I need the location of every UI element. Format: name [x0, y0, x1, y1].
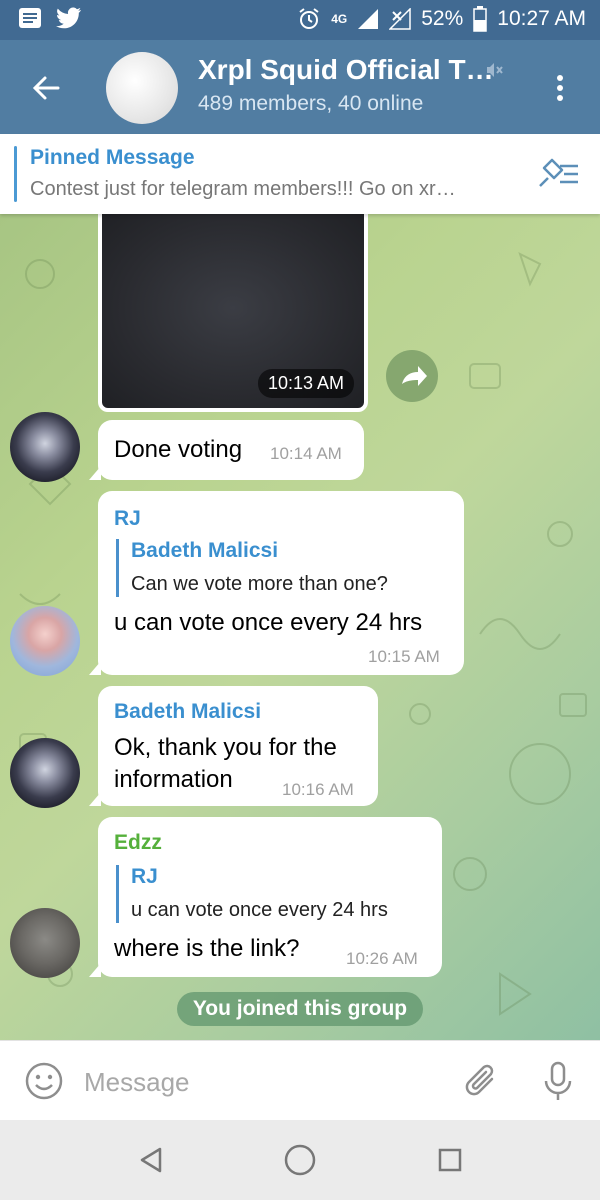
reply-text: u can vote once every 24 hrs [131, 899, 388, 921]
reply-quote[interactable]: Badeth Malicsi Can we vote more than one… [116, 539, 388, 597]
chat-header: Xrpl Squid Official T… 489 members, 40 o… [0, 40, 600, 134]
reply-name: RJ [131, 865, 158, 888]
bubble-tail [89, 792, 101, 806]
message-time: 10:16 AM [282, 780, 354, 799]
back-icon [32, 76, 60, 100]
attach-icon [465, 1064, 494, 1096]
pinned-message[interactable]: Pinned Message Contest just for telegram… [0, 134, 600, 214]
bubble-tail [89, 661, 101, 675]
message-time: 10:26 AM [346, 949, 418, 968]
media-message[interactable]: 10:13 AM [98, 214, 368, 412]
message-time: 10:14 AM [270, 444, 342, 463]
pinned-accent-bar [14, 146, 17, 202]
more-options-button[interactable] [550, 68, 570, 108]
message-sender: Badeth Malicsi [114, 700, 262, 723]
message-bubble[interactable]: Badeth Malicsi Ok, thank you for the inf… [89, 686, 378, 806]
nav-home-icon [284, 1144, 316, 1176]
message-bubble[interactable]: Done voting 10:14 AM [89, 420, 364, 480]
nav-home-button[interactable] [280, 1140, 320, 1180]
alarm-icon [299, 8, 319, 29]
reply-name: Badeth Malicsi [131, 539, 279, 562]
media-time: 10:13 AM [257, 369, 354, 398]
message-text: where is the link? [114, 935, 300, 962]
signal-off-icon [389, 8, 411, 30]
mute-icon [484, 60, 504, 85]
signal-icon [358, 9, 379, 29]
mic-icon [544, 1061, 572, 1100]
share-button[interactable] [386, 350, 438, 402]
avatar[interactable] [10, 606, 80, 676]
network-type: 4G [331, 12, 348, 26]
nav-back-icon [140, 1147, 162, 1173]
share-icon [402, 366, 427, 386]
nav-recents-button[interactable] [430, 1140, 470, 1180]
status-bar: 4G 52% 10:27 AM [0, 0, 600, 40]
emoji-button[interactable] [24, 1061, 64, 1101]
emoji-icon [25, 1062, 63, 1100]
message-time: 10:15 AM [368, 647, 440, 666]
voice-record-button[interactable] [538, 1059, 578, 1103]
message-text-line: information [114, 766, 233, 793]
more-vert-icon [557, 75, 563, 101]
attach-button[interactable] [462, 1059, 502, 1103]
avatar[interactable] [10, 738, 80, 808]
avatar[interactable] [10, 908, 80, 978]
back-button[interactable] [26, 68, 66, 108]
chat-area[interactable]: 10:13 AM Done voting 10:14 AM RJ Badeth … [0, 214, 600, 1040]
service-message: You joined this group [177, 992, 423, 1026]
twitter-icon [56, 7, 81, 29]
message-bubble[interactable]: RJ Badeth Malicsi Can we vote more than … [89, 491, 464, 675]
clock: 10:27 AM [497, 7, 586, 30]
unpin-icon [539, 158, 578, 187]
battery-percent: 52% [421, 7, 464, 30]
message-composer [0, 1040, 600, 1120]
reply-quote[interactable]: RJ u can vote once every 24 hrs [116, 865, 388, 923]
group-avatar[interactable] [106, 52, 178, 124]
message-text: u can vote once every 24 hrs [114, 609, 423, 636]
notification-list-icon [19, 8, 41, 28]
message-input[interactable] [84, 1065, 434, 1099]
reply-text: Can we vote more than one? [131, 573, 388, 595]
avatar[interactable] [10, 412, 80, 482]
message-sender: RJ [114, 507, 141, 530]
bubble-tail [89, 466, 101, 480]
status-notifications [18, 7, 82, 29]
nav-recents-icon [438, 1148, 462, 1172]
message-text-line: Ok, thank you for the [114, 734, 337, 761]
group-subtitle: 489 members, 40 online [198, 92, 424, 115]
pinned-text: Contest just for telegram members!!! Go … [30, 178, 456, 200]
status-system: 4G 52% 10:27 AM [297, 6, 586, 32]
message-bubble[interactable]: Edzz RJ u can vote once every 24 hrs whe… [89, 817, 442, 977]
pinned-title: Pinned Message [30, 146, 195, 169]
group-title[interactable]: Xrpl Squid Official T… [198, 54, 494, 86]
nav-back-button[interactable] [132, 1140, 172, 1180]
message-text: Done voting [114, 436, 243, 463]
battery-icon [473, 6, 488, 32]
bubble-tail [89, 963, 101, 977]
system-nav-bar [0, 1120, 600, 1200]
unpin-button[interactable] [534, 156, 580, 192]
message-sender: Edzz [114, 831, 162, 854]
